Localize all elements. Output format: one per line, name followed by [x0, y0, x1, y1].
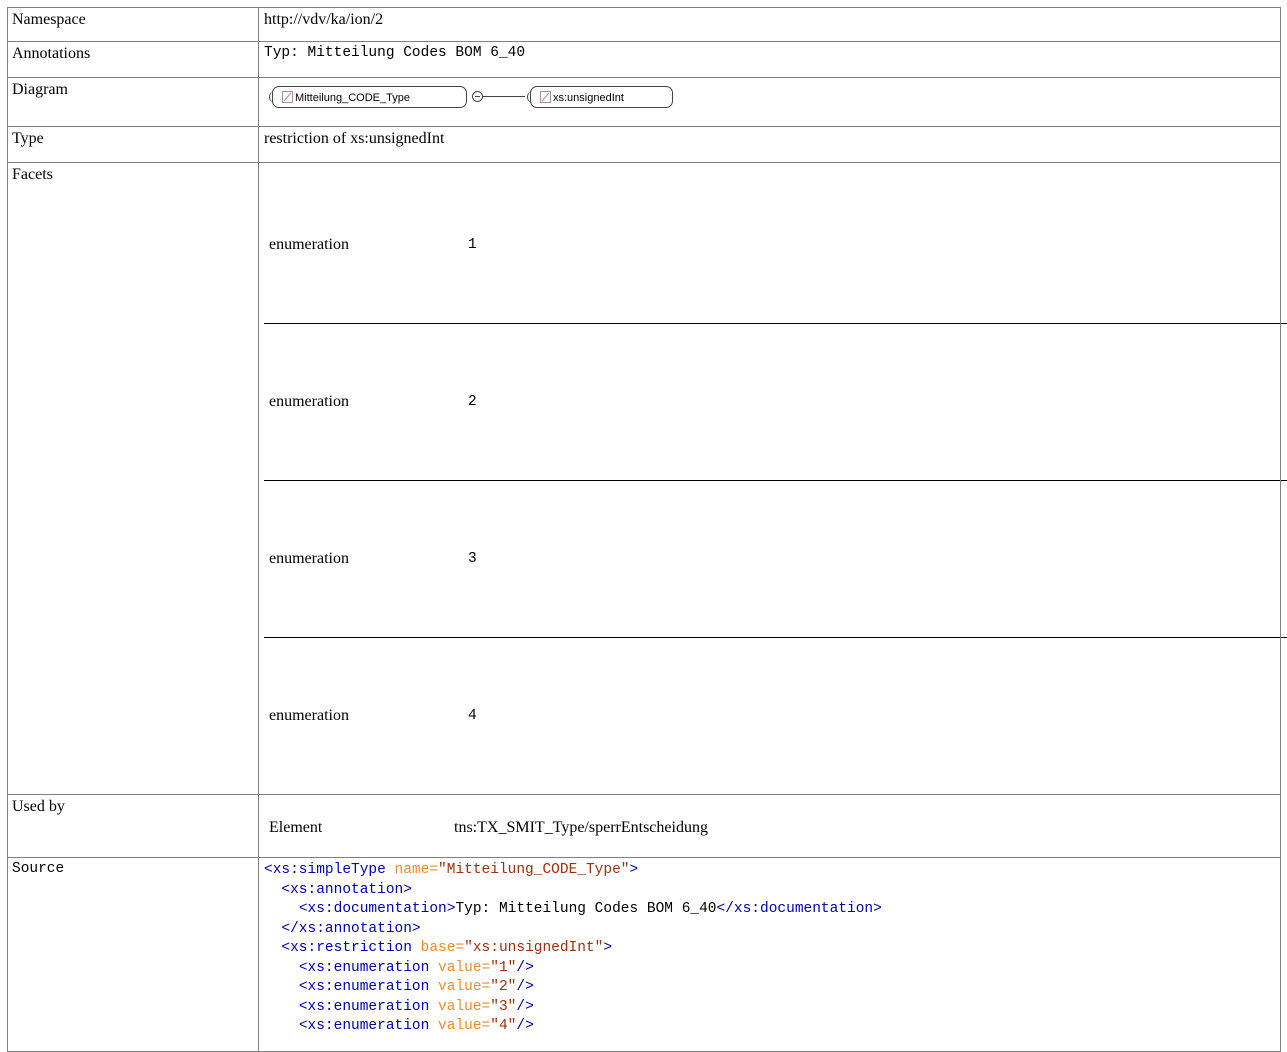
facet-value: 3	[463, 480, 1287, 638]
diagram-cell: Mitteilung_CODE_Type xs:unsignedInt	[258, 77, 1281, 127]
source-line: <xs:enumeration value="4"/>	[264, 1018, 534, 1034]
source-token: >	[603, 940, 613, 956]
used-by-cell: Element tns:TX_SMIT_Type/sperrEntscheidu…	[258, 794, 1281, 858]
facet-name: enumeration	[269, 707, 349, 724]
source-token: />	[516, 998, 534, 1015]
xsd-doc-table: Namespace http://vdv/ka/ion/2 Annotation…	[7, 7, 1287, 1052]
source-token: "2"	[490, 979, 517, 995]
source-token	[264, 999, 299, 1015]
type-row: Type restriction of xs:unsignedInt	[7, 126, 1281, 163]
connector-line	[483, 96, 525, 97]
source-token: <xs:documentation>	[298, 901, 456, 917]
source-token: />	[516, 959, 534, 976]
derivation-circle-icon	[472, 91, 483, 102]
used-by-table: Element tns:TX_SMIT_Type/sperrEntscheidu…	[264, 799, 708, 857]
facet-row: enumeration 2	[264, 323, 1287, 481]
source-token: <xs:enumeration	[298, 998, 439, 1015]
diagram-row: Diagram Mitteilung_CODE_Type xs:unsigned…	[7, 77, 1281, 127]
source-token	[264, 1018, 299, 1034]
source-token: Typ: Mitteilung Codes BOM 6_40	[455, 901, 717, 917]
simple-type-icon	[282, 91, 293, 103]
source-code: <xs:simpleType name="Mitteilung_CODE_Typ…	[259, 858, 1280, 1037]
facet-name: enumeration	[264, 323, 463, 481]
source-token: value=	[438, 979, 491, 995]
facet-value: 4	[468, 708, 477, 724]
source-line: <xs:restriction base="xs:unsignedInt">	[264, 940, 612, 956]
source-token	[264, 940, 281, 956]
used-by-entry: Element tns:TX_SMIT_Type/sperrEntscheidu…	[264, 799, 708, 857]
source-line: </xs:annotation>	[264, 920, 421, 937]
used-by-label: Used by	[7, 794, 259, 858]
source-token	[264, 979, 299, 995]
used-by-row: Used by Element tns:TX_SMIT_Type/sperrEn…	[7, 794, 1281, 858]
source-token: value=	[438, 959, 491, 976]
facets-table: enumeration 1 enumeration 2 enumeration …	[264, 167, 1287, 794]
source-token	[264, 882, 281, 898]
source-token: </xs:annotation>	[281, 920, 421, 937]
source-line: <xs:annotation>	[264, 882, 412, 898]
source-line: <xs:enumeration value="2"/>	[264, 979, 534, 995]
base-type-box-label: xs:unsignedInt	[553, 92, 624, 104]
facets-cell: enumeration 1 enumeration 2 enumeration …	[258, 162, 1287, 795]
facet-name: enumeration	[264, 167, 463, 324]
source-token	[264, 921, 281, 937]
source-token: "Mitteilung_CODE_Type"	[438, 862, 630, 878]
annotations-row: Annotations Typ: Mitteilung Codes BOM 6_…	[7, 41, 1281, 78]
namespace-value: http://vdv/ka/ion/2	[258, 7, 1281, 42]
source-line: <xs:simpleType name="Mitteilung_CODE_Typ…	[264, 862, 638, 878]
source-token: <xs:enumeration	[298, 959, 439, 976]
namespace-row: Namespace http://vdv/ka/ion/2	[7, 7, 1281, 42]
source-token: <xs:enumeration	[298, 1018, 439, 1034]
source-cell: <xs:simpleType name="Mitteilung_CODE_Typ…	[258, 857, 1281, 1052]
source-token	[264, 960, 299, 976]
source-row: Source <xs:simpleType name="Mitteilung_C…	[7, 857, 1281, 1052]
source-token: </xs:documentation>	[716, 901, 882, 917]
facet-name: enumeration	[264, 480, 463, 638]
source-token: />	[516, 979, 534, 995]
facet-value: 1	[463, 167, 1287, 324]
source-token: <xs:restriction	[281, 940, 421, 956]
source-token: "xs:unsignedInt"	[464, 940, 604, 956]
facet-value: 2	[463, 323, 1287, 481]
source-line: <xs:enumeration value="3"/>	[264, 999, 534, 1015]
type-value: restriction of xs:unsignedInt	[258, 126, 1281, 163]
source-token: value=	[438, 1018, 491, 1034]
base-type-box[interactable]: xs:unsignedInt	[527, 86, 673, 108]
source-token: />	[516, 1018, 534, 1034]
facet-row: enumeration 1	[264, 167, 1287, 324]
used-by-kind: Element	[269, 819, 323, 836]
annotations-label: Annotations	[7, 41, 259, 78]
used-by-ref-link[interactable]: tns:TX_SMIT_Type/sperrEntscheidung	[449, 799, 708, 857]
annotations-value: Typ: Mitteilung Codes BOM 6_40	[258, 41, 1281, 78]
facet-row: enumeration 3	[264, 480, 1287, 638]
diagram-label: Diagram	[7, 77, 259, 127]
simple-type-icon	[540, 91, 551, 103]
source-token: "4"	[490, 1018, 517, 1034]
source-token: "1"	[490, 959, 517, 976]
facets-label: Facets	[7, 162, 259, 795]
source-line: <xs:enumeration value="1"/>	[264, 960, 534, 976]
namespace-label: Namespace	[7, 7, 259, 42]
source-line: <xs:documentation>Typ: Mitteilung Codes …	[264, 901, 882, 917]
source-token: <xs:enumeration	[298, 979, 439, 995]
type-box-label: Mitteilung_CODE_Type	[295, 92, 410, 104]
source-token	[264, 901, 299, 917]
source-token: <xs:annotation>	[281, 881, 412, 898]
source-token: >	[629, 862, 639, 878]
facets-row: Facets enumeration 1 enumeration 2 enume…	[7, 162, 1287, 795]
source-label: Source	[7, 857, 259, 1052]
type-label: Type	[7, 126, 259, 163]
source-token: <xs:simpleType	[264, 862, 395, 878]
type-box[interactable]: Mitteilung_CODE_Type	[269, 86, 467, 108]
source-token: value=	[438, 998, 491, 1015]
source-token: base=	[420, 940, 465, 956]
facet-row: enumeration 4	[264, 638, 1287, 795]
source-token: "3"	[490, 998, 517, 1015]
source-token: name=	[394, 862, 439, 878]
type-diagram: Mitteilung_CODE_Type xs:unsignedInt	[264, 81, 1280, 121]
